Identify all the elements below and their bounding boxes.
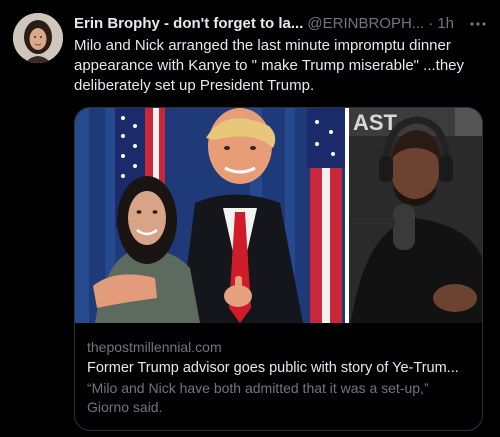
separator-dot: ·: [428, 15, 434, 32]
card-domain: thepostmillennial.com: [87, 339, 222, 355]
timestamp[interactable]: 1h: [437, 15, 454, 32]
card-title[interactable]: Former Trump advisor goes public with st…: [87, 358, 470, 378]
tweet[interactable]: Erin Brophy - don't forget to la... @ERIN…: [0, 0, 500, 437]
more-dots-icon[interactable]: [468, 14, 488, 34]
card-image[interactable]: AST: [75, 108, 482, 323]
card-description: “Milo and Nick have both admitted that i…: [87, 380, 429, 415]
link-card[interactable]: AST thepostmillennial.com Former Trump a…: [74, 107, 483, 431]
user-handle[interactable]: @ERINBROPH...: [307, 15, 424, 32]
display-name[interactable]: Erin Brophy - don't forget to la...: [74, 15, 303, 32]
tweet-header: Erin Brophy - don't forget to la... @ERIN…: [74, 14, 484, 34]
avatar[interactable]: [13, 13, 63, 63]
card-info[interactable]: thepostmillennial.com Former Trump advis…: [75, 324, 482, 430]
tweet-text: Milo and Nick arranged the last minute i…: [74, 37, 465, 94]
